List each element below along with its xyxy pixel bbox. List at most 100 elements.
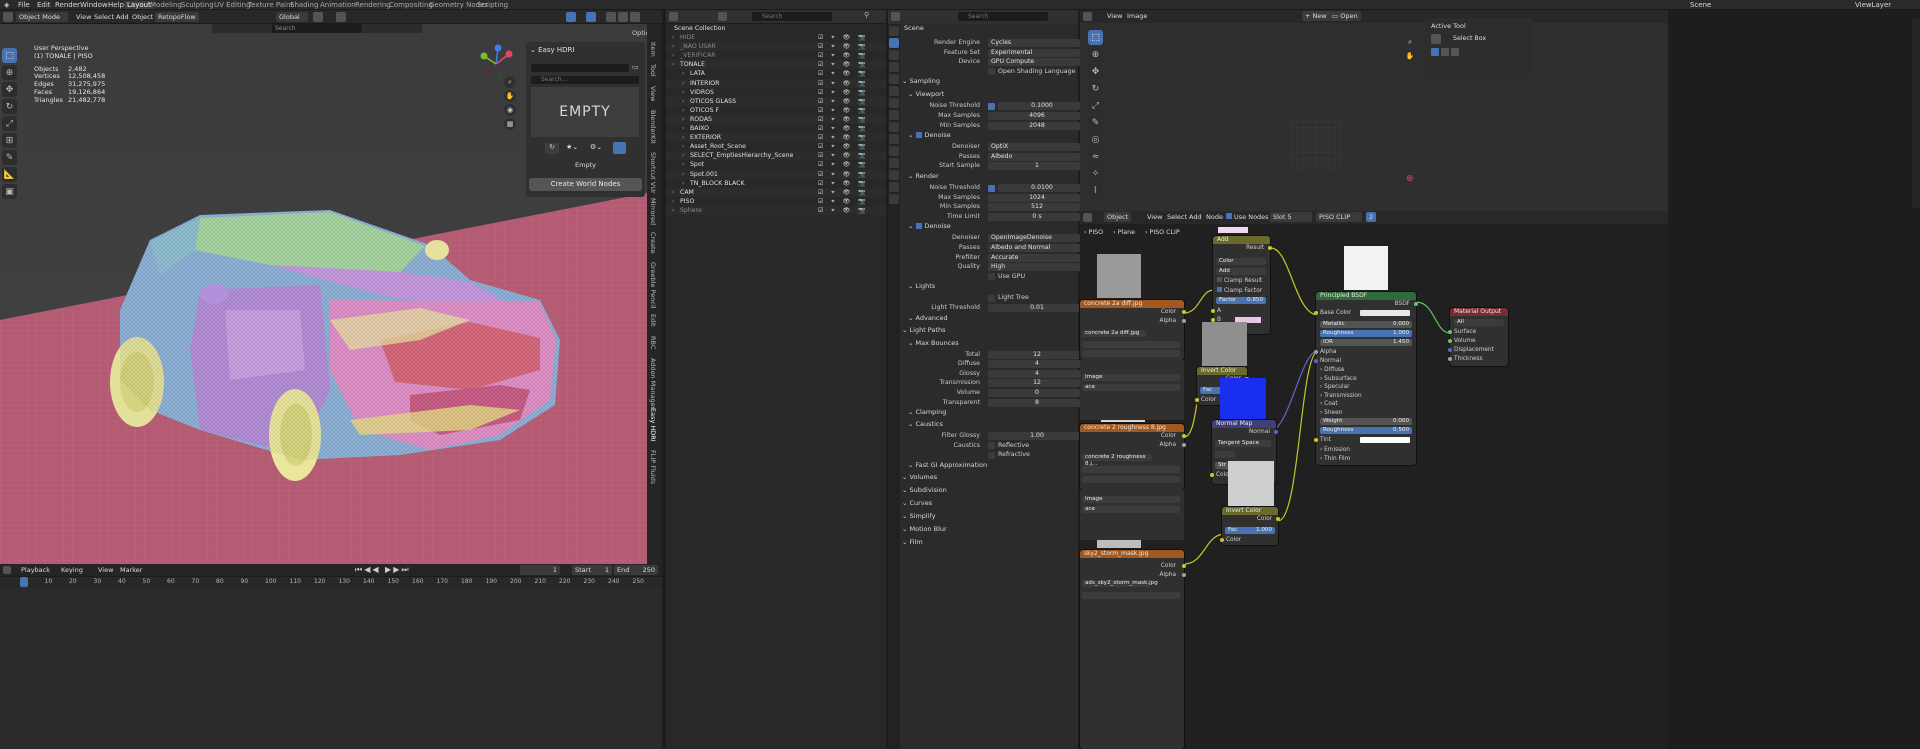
visibility-toggles-icon[interactable]: ☑ ⌖ 👁 📷: [818, 170, 869, 179]
sidebar-tab-flip-fluids[interactable]: FLIP Fluids: [649, 450, 657, 484]
panel-header[interactable]: ⌄ Light Paths: [902, 325, 1074, 336]
tab-sculpting[interactable]: Sculpting: [181, 1, 214, 9]
panel-chevron-icon[interactable]: ⌄: [902, 486, 910, 494]
image-editor-icon[interactable]: [1083, 12, 1092, 21]
panel-enable-checkbox[interactable]: [915, 132, 922, 139]
camera-view-icon[interactable]: ◉: [504, 104, 516, 116]
base-color-input[interactable]: Base Color: [1314, 309, 1416, 318]
panel-enable-checkbox[interactable]: [915, 223, 922, 230]
panel-chevron-icon[interactable]: ⌄: [908, 282, 916, 290]
bsdf-panel-specular[interactable]: › Specular: [1316, 383, 1416, 392]
image-cursor-tool-icon[interactable]: ⊕: [1088, 47, 1103, 62]
sidebar-tab-view[interactable]: View: [649, 86, 657, 101]
tab-scripting[interactable]: Scripting: [477, 1, 508, 9]
visibility-toggles-icon[interactable]: ☑ ⌖ 👁 📷: [818, 124, 869, 133]
2d-cursor-icon[interactable]: ⊕: [1406, 174, 1414, 184]
property-dropdown[interactable]: Experimental: [988, 48, 1086, 57]
property-checkbox[interactable]: [988, 68, 995, 76]
panel-chevron-icon[interactable]: ⌄: [908, 90, 916, 98]
filter-icon[interactable]: ⚲: [864, 11, 869, 19]
visibility-toggles-icon[interactable]: ☑ ⌖ 👁 📷: [818, 188, 869, 197]
expand-chevron-icon[interactable]: ›: [682, 151, 684, 160]
property-number-field[interactable]: 0: [988, 389, 1086, 397]
visibility-toggles-icon[interactable]: ☑ ⌖ 👁 📷: [818, 106, 869, 115]
new-image-button[interactable]: + New: [1302, 11, 1330, 21]
mode-subtract-icon[interactable]: [1451, 48, 1459, 56]
property-number-field[interactable]: 1.00: [988, 432, 1086, 441]
sheen-tint-input[interactable]: Tint: [1314, 436, 1416, 445]
sidebar-tab-addon-manager[interactable]: Addon Manager: [649, 358, 657, 409]
playhead[interactable]: [20, 577, 28, 587]
tex3-interp-field[interactable]: [1082, 592, 1180, 599]
property-dropdown[interactable]: Cycles: [988, 39, 1086, 47]
panel-chevron-icon[interactable]: ⌄: [902, 525, 910, 533]
sidebar-tab-create[interactable]: Create: [649, 232, 657, 254]
tab-texture-paint[interactable]: Texture Paint: [248, 1, 293, 9]
sidebar-tab-item[interactable]: Item: [649, 42, 657, 57]
subpanel-header[interactable]: ⌄ Advanced: [908, 313, 1080, 324]
menu-add-node[interactable]: Add: [1186, 212, 1205, 222]
add-cube-tool-icon[interactable]: ▣: [2, 184, 17, 199]
material-dropdown[interactable]: PISO CLIP: [1316, 212, 1362, 222]
image-scale-tool-icon[interactable]: ⤢: [1088, 98, 1103, 113]
property-number-field[interactable]: 12: [988, 379, 1086, 388]
current-frame-field[interactable]: 1: [520, 565, 560, 575]
property-number-field[interactable]: 512: [988, 203, 1086, 212]
move-tool-icon[interactable]: ✥: [2, 82, 17, 97]
outliner-row[interactable]: › Spot.001 ☑ ⌖ 👁 📷: [666, 169, 886, 179]
toolbar-search-input[interactable]: Search: [272, 24, 362, 33]
outliner-row[interactable]: › Sphere ☑ ⌖ 👁 📷: [666, 205, 886, 215]
visibility-toggles-icon[interactable]: ☑ ⌖ 👁 📷: [818, 60, 869, 69]
open-image-button[interactable]: ▭ Open: [1329, 11, 1361, 21]
shading-solid-icon[interactable]: [606, 12, 616, 22]
breadcrumb-object[interactable]: PISO: [1089, 229, 1104, 236]
scene-selector[interactable]: Scene: [1690, 1, 1711, 9]
outliner-row[interactable]: › Spot ☑ ⌖ 👁 📷: [666, 160, 886, 169]
outliner-row[interactable]: › PISO ☑ ⌖ 👁 📷: [666, 197, 886, 206]
outliner-editor-icon[interactable]: [669, 12, 678, 21]
clamp-factor-checkbox[interactable]: Clamp Factor: [1213, 287, 1262, 296]
panel-chevron-icon[interactable]: ⌄: [908, 420, 916, 428]
expand-chevron-icon[interactable]: ›: [672, 42, 674, 51]
outliner-row[interactable]: › INTERIOR ☑ ⌖ 👁 📷: [666, 78, 886, 88]
folder-icon[interactable]: ▭: [632, 63, 639, 71]
tex2-image-label[interactable]: Image: [1082, 496, 1180, 503]
panel-chevron-icon[interactable]: ⌄: [902, 499, 910, 507]
tex1-image-label[interactable]: Image: [1082, 374, 1180, 381]
subpanel-header[interactable]: ⌄ Fast GI Approximation: [908, 460, 1080, 471]
annotate-tool-icon[interactable]: ✎: [2, 150, 17, 165]
menu-view-node[interactable]: View: [1144, 212, 1165, 222]
panel-emission[interactable]: › Emission: [1316, 446, 1350, 455]
visibility-toggles-icon[interactable]: ☑ ⌖ 👁 📷: [818, 79, 869, 88]
expand-chevron-icon[interactable]: ›: [682, 106, 684, 115]
image-annotate-tool-icon[interactable]: ✎: [1088, 115, 1103, 130]
breadcrumb-mesh[interactable]: Plane: [1118, 229, 1135, 236]
panel-header[interactable]: ⌄ Curves: [902, 498, 1074, 509]
outliner-row[interactable]: › Asset_Root_Scene ☑ ⌖ 👁 📷: [666, 142, 886, 151]
mode-set-icon[interactable]: [1431, 48, 1439, 56]
expand-chevron-icon[interactable]: ›: [672, 197, 674, 206]
tab-animation[interactable]: Animation: [320, 1, 356, 9]
property-checkbox[interactable]: [988, 451, 995, 459]
outliner-row[interactable]: › VIDROS ☑ ⌖ 👁 📷: [666, 88, 886, 97]
outliner-row[interactable]: › TONALE ☑ ⌖ 👁 📷: [666, 60, 886, 70]
tex2-interp-field[interactable]: [1082, 466, 1180, 473]
sidebar-tab-blenderkit[interactable]: BlenderKit: [649, 110, 657, 144]
display-mode-icon[interactable]: [718, 12, 727, 21]
image-rotate-tool-icon[interactable]: ↻: [1088, 81, 1103, 96]
panel-header[interactable]: ⌄ Volumes: [902, 472, 1074, 483]
pivot-icon[interactable]: [313, 12, 323, 22]
expand-chevron-icon[interactable]: ›: [682, 115, 684, 124]
property-dropdown[interactable]: Accurate: [988, 253, 1086, 262]
hdri-path-field[interactable]: [531, 64, 629, 72]
node-editor-icon[interactable]: [1083, 213, 1092, 222]
outliner-row[interactable]: › _NAO USAR ☑ ⌖ 👁 📷: [666, 42, 886, 52]
expand-chevron-icon[interactable]: ›: [682, 97, 684, 106]
sidebar-tab-edit[interactable]: Edit: [649, 314, 657, 327]
expand-chevron-icon[interactable]: ›: [672, 60, 674, 69]
end-frame-field[interactable]: End 250: [614, 565, 658, 575]
visibility-toggles-icon[interactable]: ☑ ⌖ 👁 📷: [818, 133, 869, 142]
property-dropdown[interactable]: Albedo and Normal: [988, 244, 1086, 252]
property-checkbox[interactable]: [988, 442, 995, 450]
expand-chevron-icon[interactable]: ›: [682, 179, 684, 188]
